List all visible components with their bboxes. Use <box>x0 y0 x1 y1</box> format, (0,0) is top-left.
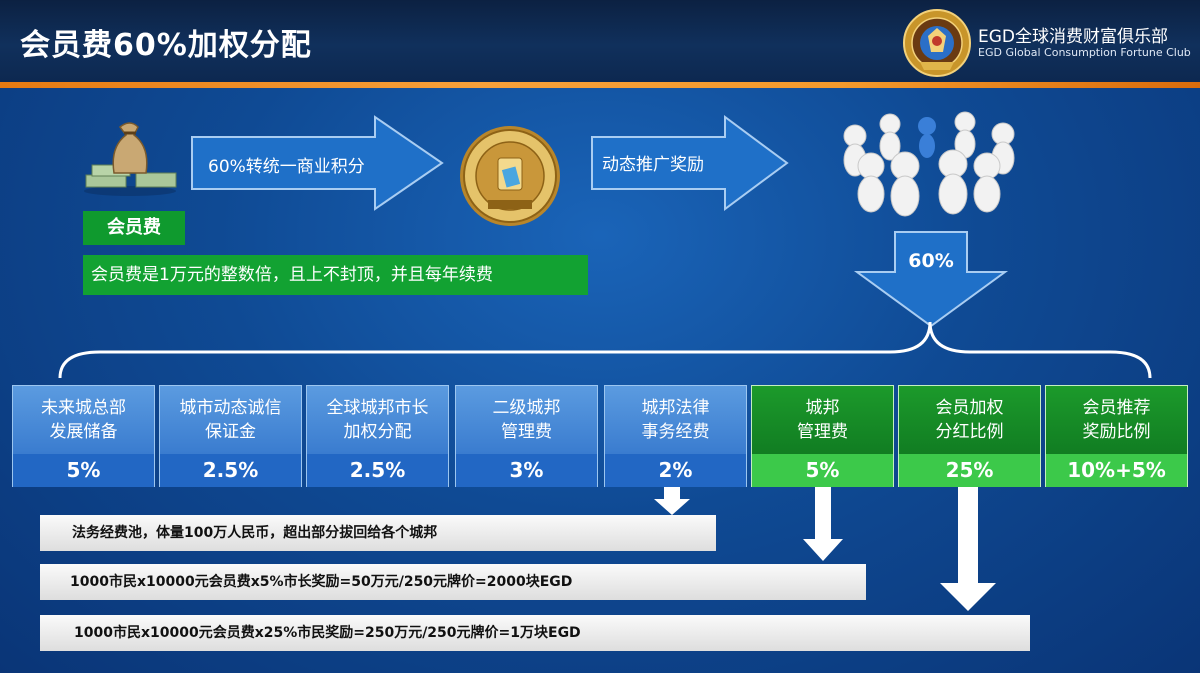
arrow-label-points: 60%转统一商业积分 <box>208 157 365 177</box>
arrow-label-promotion: 动态推广奖励 <box>602 155 704 175</box>
note-citizen-reward: 1000市民x10000元会员费x25%市民奖励=250万元/250元牌价=1万… <box>40 615 1030 651</box>
allocation-name: 全球城邦市长 加权分配 <box>307 386 448 454</box>
allocation-box: 会员推荐 奖励比例 10%+5% <box>1045 385 1188 487</box>
page-title: 会员费60%加权分配 <box>20 28 312 63</box>
arrow-legal-to-note <box>654 487 690 515</box>
allocation-name-line2: 发展储备 <box>49 422 118 442</box>
allocation-name-line1: 会员加权 <box>935 398 1004 418</box>
allocation-box: 全球城邦市长 加权分配 2.5% <box>306 385 449 487</box>
down-arrow-60 <box>853 231 1009 328</box>
note-mayor-reward: 1000市民x10000元会员费x5%市长奖励=50万元/250元牌价=2000… <box>40 564 866 600</box>
money-bag-icon <box>84 122 177 196</box>
allocation-name-line1: 二级城邦 <box>492 398 561 418</box>
allocation-value: 5% <box>752 454 893 487</box>
allocation-name: 会员加权 分红比例 <box>899 386 1040 454</box>
allocation-value: 5% <box>13 454 154 487</box>
allocation-name: 城市动态诚信 保证金 <box>160 386 301 454</box>
allocation-value: 25% <box>899 454 1040 487</box>
allocation-box: 城邦法律 事务经费 2% <box>604 385 747 487</box>
allocation-name-line2: 事务经费 <box>641 422 710 442</box>
allocation-name: 城邦 管理费 <box>752 386 893 454</box>
allocation-name-line2: 加权分配 <box>343 422 412 442</box>
allocation-name-line2: 奖励比例 <box>1082 422 1151 442</box>
allocation-value: 3% <box>456 454 597 487</box>
allocation-name: 未来城总部 发展储备 <box>13 386 154 454</box>
allocation-box: 城市动态诚信 保证金 2.5% <box>159 385 302 487</box>
allocation-name-line1: 城邦 <box>805 398 840 418</box>
arrow-dividend-to-note <box>940 487 996 611</box>
allocation-name-line2: 分红比例 <box>935 422 1004 442</box>
allocation-box: 二级城邦 管理费 3% <box>455 385 598 487</box>
note-legal-fund: 法务经费池，体量100万人民币，超出部分拔回给各个城邦 <box>40 515 716 551</box>
allocation-percent: 60% <box>908 250 954 272</box>
people-circle-icon <box>843 111 1015 217</box>
allocation-name: 会员推荐 奖励比例 <box>1046 386 1187 454</box>
allocation-value: 2% <box>605 454 746 487</box>
allocation-value: 2.5% <box>160 454 301 487</box>
brand-name-en: EGD Global Consumption Fortune Club <box>978 46 1191 59</box>
allocation-name-line1: 城邦法律 <box>641 398 710 418</box>
allocation-name-line1: 城市动态诚信 <box>179 398 282 418</box>
allocation-name: 二级城邦 管理费 <box>456 386 597 454</box>
allocation-box: 会员加权 分红比例 25% <box>898 385 1041 487</box>
allocation-name-line2: 管理费 <box>501 422 552 442</box>
membership-fee-tag: 会员费 <box>83 211 185 245</box>
allocation-name-line1: 未来城总部 <box>41 398 126 418</box>
brand-name-cn: EGD全球消费财富俱乐部 <box>978 27 1169 47</box>
distribution-brace <box>58 321 1152 379</box>
allocation-box: 城邦 管理费 5% <box>751 385 894 487</box>
header-accent-line <box>0 82 1200 88</box>
allocation-name-line2: 管理费 <box>797 422 848 442</box>
allocation-name-line1: 会员推荐 <box>1082 398 1151 418</box>
allocation-name-line2: 保证金 <box>205 422 256 442</box>
allocation-name-line1: 全球城邦市长 <box>326 398 429 418</box>
arrow-city-to-note <box>803 487 843 561</box>
allocation-box: 未来城总部 发展储备 5% <box>12 385 155 487</box>
club-seal-icon <box>903 9 971 77</box>
allocation-value: 10%+5% <box>1046 454 1187 487</box>
egold-coin-icon <box>460 126 560 226</box>
allocation-value: 2.5% <box>307 454 448 487</box>
allocation-name: 城邦法律 事务经费 <box>605 386 746 454</box>
membership-fee-description: 会员费是1万元的整数倍，且上不封顶，并且每年续费 <box>83 255 588 295</box>
